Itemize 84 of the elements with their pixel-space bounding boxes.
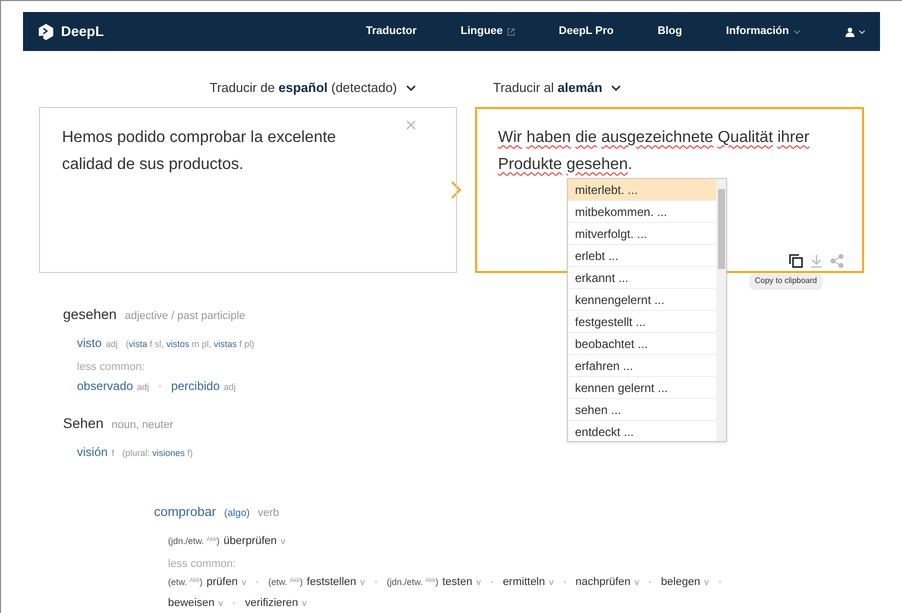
grammar-tag: v bbox=[280, 534, 286, 548]
source-language-selector[interactable]: Traducir de español (detectado) bbox=[210, 78, 417, 98]
close-icon[interactable] bbox=[406, 120, 416, 130]
translation-link[interactable]: visto bbox=[77, 334, 102, 352]
grammar-note: (etw. $^{Akk}$) bbox=[268, 576, 303, 589]
grammar-tag: v bbox=[242, 576, 246, 590]
alternative-option[interactable]: erkannt ... bbox=[568, 266, 716, 288]
grammar-tag: adj bbox=[137, 381, 150, 394]
translation-link[interactable]: nachprüfen bbox=[576, 574, 631, 590]
grammar-note: (etw. $^{Akk}$) bbox=[168, 576, 203, 589]
nav-link[interactable]: Blog bbox=[658, 23, 682, 40]
grammar-tag: v bbox=[218, 596, 223, 610]
translation-link[interactable]: verifizieren bbox=[244, 594, 298, 611]
nav-link[interactable]: Traductor bbox=[366, 23, 417, 40]
grammar-note: (jdn./etw. $^{Akk}$) bbox=[168, 534, 220, 548]
translated-word[interactable]: gesehen bbox=[566, 156, 628, 172]
nav-link[interactable]: Información bbox=[726, 23, 801, 40]
grammar-tag: f bbox=[112, 447, 114, 460]
translated-word[interactable]: die bbox=[575, 128, 597, 146]
translation-link[interactable]: beweisen bbox=[168, 594, 214, 611]
alternative-option[interactable]: erfahren ... bbox=[568, 354, 716, 376]
grammar-note: (jdn./etw. $^{Akk}$) bbox=[386, 576, 438, 589]
translated-word[interactable]: Wir bbox=[498, 128, 522, 146]
translation-link[interactable]: observado bbox=[77, 377, 134, 395]
target-language-selector[interactable]: Traducir al alemán bbox=[493, 78, 622, 98]
sentence-period: . bbox=[628, 156, 632, 172]
scrollbar[interactable] bbox=[716, 178, 726, 440]
translated-word[interactable]: Produkte bbox=[498, 156, 562, 172]
download-icon[interactable] bbox=[810, 254, 823, 268]
translated-word[interactable]: Qualität bbox=[718, 128, 773, 146]
grammar-tag: v bbox=[704, 576, 709, 590]
source-text-area[interactable]: Hemos podido comprobar la excelente calidad de sus productos. bbox=[39, 106, 457, 272]
headword: comprobar bbox=[154, 503, 216, 521]
alternative-option[interactable]: mitbekommen. ... bbox=[568, 200, 716, 222]
grammar-tag: v bbox=[634, 576, 640, 590]
part-of-speech: adjective / past participle bbox=[124, 308, 246, 324]
nav-link[interactable]: DeepL Pro bbox=[558, 23, 614, 40]
alternative-option[interactable]: entdeckt ... bbox=[568, 420, 716, 440]
alternative-option[interactable]: sehen ... bbox=[568, 398, 716, 420]
alternative-option[interactable]: mitverfolgt. ... bbox=[568, 222, 716, 244]
translation-link[interactable]: überprüfen bbox=[224, 532, 277, 549]
part-of-speech: verb bbox=[258, 506, 280, 521]
alternative-option[interactable]: festgestellt ... bbox=[568, 310, 716, 332]
share-icon[interactable] bbox=[830, 254, 844, 268]
alternative-option[interactable]: kennen gelernt ... bbox=[568, 376, 716, 398]
headword: Sehen bbox=[63, 414, 104, 433]
grammar-tag: v bbox=[549, 576, 554, 590]
grammar-tag: v bbox=[360, 576, 365, 590]
grammar-tag: adj bbox=[106, 338, 118, 351]
translation-link[interactable]: feststellen bbox=[306, 574, 356, 590]
arrow-right-icon bbox=[450, 180, 462, 200]
logo-text: DeepL bbox=[61, 22, 104, 41]
user-icon bbox=[845, 26, 855, 36]
alternative-option[interactable]: erlebt ... bbox=[568, 244, 716, 266]
less-common-label: less common: bbox=[168, 556, 236, 572]
external-link-icon bbox=[506, 28, 515, 36]
translation-link[interactable]: belegen bbox=[661, 574, 700, 590]
qualifier: (algo) bbox=[224, 507, 250, 521]
chevron-down-icon bbox=[793, 28, 801, 36]
translated-word[interactable]: ausgezeichnete bbox=[601, 128, 714, 146]
translated-word[interactable]: haben bbox=[526, 128, 571, 146]
translation-link[interactable]: percibido bbox=[171, 377, 220, 395]
alternative-option[interactable]: miterlebt. ... bbox=[568, 178, 716, 200]
translation-link[interactable]: testen bbox=[442, 574, 472, 590]
nav-link[interactable]: Linguee bbox=[460, 23, 515, 40]
less-common-label: less common: bbox=[77, 360, 145, 374]
translation-link[interactable]: prüfen bbox=[206, 574, 238, 590]
word-forms: (vista f sl, vistos m pl, vistas f pl) bbox=[126, 338, 254, 351]
translation-link[interactable]: visión bbox=[77, 443, 108, 461]
chevron-down-icon bbox=[858, 28, 866, 36]
headword: gesehen bbox=[63, 304, 117, 324]
copy-icon[interactable] bbox=[789, 254, 803, 268]
grammar-tag: v bbox=[476, 576, 481, 590]
alternative-option[interactable]: kennengelernt ... bbox=[568, 288, 716, 310]
logo-icon bbox=[37, 22, 55, 40]
translated-word[interactable]: ihrer bbox=[777, 128, 810, 146]
alternative-option[interactable]: beobachtet ... bbox=[568, 332, 716, 354]
account-button[interactable] bbox=[845, 26, 866, 36]
part-of-speech: noun, neuter bbox=[111, 418, 174, 433]
translation-link[interactable]: ermitteln bbox=[502, 574, 545, 590]
tooltip: Copy to clipboard bbox=[750, 274, 822, 288]
grammar-tag: v bbox=[302, 596, 307, 610]
grammar-tag: adj bbox=[224, 381, 236, 394]
word-forms: (plural: visiones f) bbox=[122, 447, 193, 460]
